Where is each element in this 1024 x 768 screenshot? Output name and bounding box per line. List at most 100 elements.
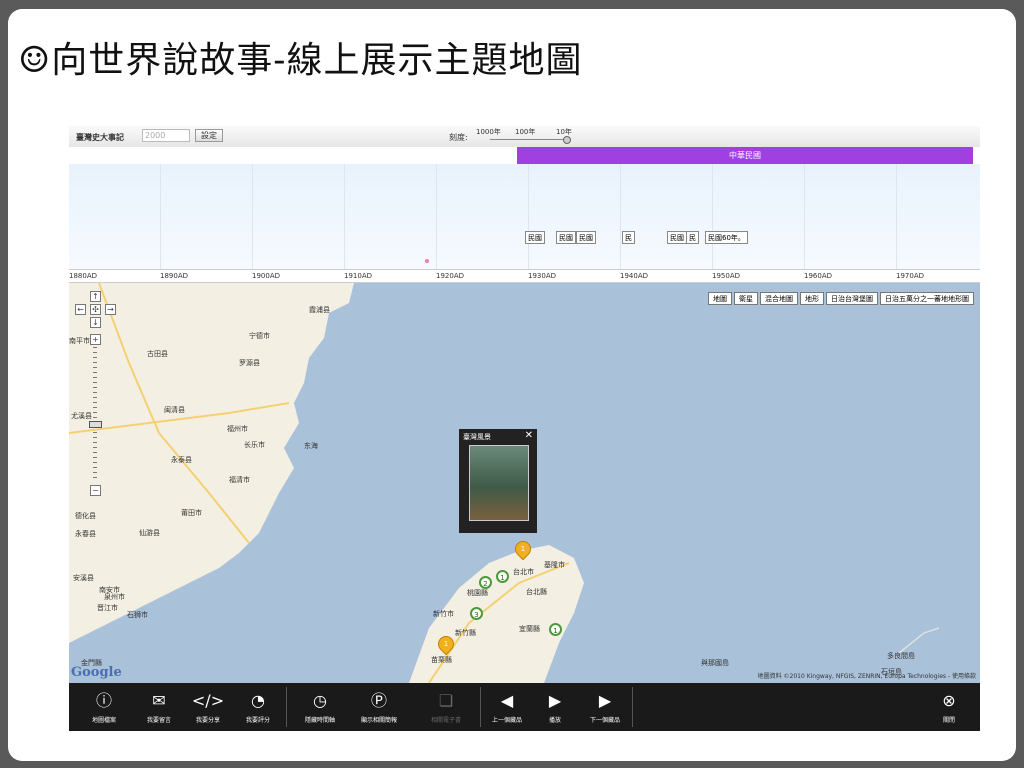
- timeline-gridline: [528, 164, 529, 269]
- timeline-event[interactable]: 民國: [576, 231, 596, 244]
- ebook-button[interactable]: ❏ 相關電子書: [423, 683, 469, 731]
- timeline-gridline: [712, 164, 713, 269]
- scale-slider-track[interactable]: [490, 139, 570, 140]
- bottom-toolbar: ⓘ 地圖檔案 ✉ 我要留言 </> 我要分享 ◔ 我要評分 ◷ 隱藏時間軸 Ⓟ 顯示相關簡報…: [69, 683, 980, 731]
- place-label: 永春县: [75, 530, 96, 538]
- layer-satellite-button[interactable]: 衛星: [734, 292, 758, 305]
- axis-label: 1930AD: [528, 272, 556, 280]
- place-label: 晋江市: [97, 604, 118, 612]
- place-label: 东海: [304, 442, 318, 450]
- tool-label: 下一個藏品: [589, 717, 620, 724]
- scale-option-1000[interactable]: 1000年: [476, 127, 501, 137]
- timeline-event[interactable]: 民國: [556, 231, 576, 244]
- axis-label: 1880AD: [69, 272, 97, 280]
- pan-right-icon[interactable]: →: [105, 304, 116, 315]
- place-label: 安溪县: [73, 574, 94, 582]
- axis-label: 1920AD: [436, 272, 464, 280]
- zoom-in-icon[interactable]: +: [90, 334, 101, 345]
- green-house-marker[interactable]: 1: [549, 623, 562, 636]
- top-bar: 臺灣史大事記 2000 設定 刻度: 1000年 100年 10年: [69, 126, 980, 147]
- layer-hybrid-button[interactable]: 混合地圖: [760, 292, 798, 305]
- timeline-gridline: [896, 164, 897, 269]
- place-label: 古田县: [147, 350, 168, 358]
- axis-label: 1890AD: [160, 272, 188, 280]
- layer-terrain-button[interactable]: 地形: [800, 292, 824, 305]
- map-copyright[interactable]: 地圖資料 ©2010 Kingway, NFGIS, ZENRIN, Europ…: [758, 671, 976, 680]
- timeline-event[interactable]: 民國: [525, 231, 545, 244]
- timeline-event[interactable]: 民: [622, 231, 635, 244]
- scale-option-10[interactable]: 10年: [556, 127, 572, 137]
- zoom-slider-knob[interactable]: [89, 421, 102, 428]
- close-button[interactable]: ⊗ 關閉: [926, 683, 972, 731]
- pan-up-icon[interactable]: ↑: [90, 291, 101, 302]
- next-item-button[interactable]: ▶ 下一個藏品: [582, 683, 628, 731]
- leave-comment-button[interactable]: ✉ 我要留言: [136, 683, 182, 731]
- green-house-marker[interactable]: 2: [479, 576, 492, 589]
- scale-label: 刻度:: [449, 133, 468, 142]
- place-label: 长乐市: [244, 441, 265, 449]
- layer-map-button[interactable]: 地圖: [708, 292, 732, 305]
- place-label: 尤溪县: [71, 412, 92, 420]
- timeline[interactable]: [69, 164, 980, 269]
- scale-slider-knob[interactable]: [563, 136, 571, 144]
- tool-label: 我要留言: [146, 717, 171, 724]
- place-label: 罗源县: [239, 359, 260, 367]
- axis-label: 1960AD: [804, 272, 832, 280]
- place-label: 永泰县: [171, 456, 192, 464]
- zoom-out-icon[interactable]: −: [90, 485, 101, 496]
- place-label: 石狮市: [127, 611, 148, 619]
- axis-label: 1970AD: [896, 272, 924, 280]
- next-icon: ▶: [598, 691, 612, 710]
- timeline-event[interactable]: 民國: [667, 231, 687, 244]
- place-label: 闽清县: [164, 406, 185, 414]
- google-logo: Google: [71, 665, 122, 680]
- book-icon: ❏: [438, 691, 454, 710]
- slide-title: ☺向世界說故事-線上展示主題地圖: [18, 40, 583, 81]
- timeline-event[interactable]: 民: [686, 231, 699, 244]
- map-application: 臺灣史大事記 2000 設定 刻度: 1000年 100年 10年 中華民國 民: [69, 126, 980, 731]
- marker-number: 1: [443, 640, 449, 648]
- zoom-slider-track[interactable]: [93, 347, 97, 482]
- scale-option-100[interactable]: 100年: [515, 127, 535, 137]
- place-label: 仙游县: [139, 529, 160, 537]
- app-title: 臺灣史大事記: [76, 133, 124, 142]
- pan-center-icon[interactable]: ✣: [90, 304, 101, 315]
- axis-label: 1940AD: [620, 272, 648, 280]
- play-button[interactable]: ▶ 播放: [532, 683, 578, 731]
- info-icon: ⓘ: [95, 691, 112, 710]
- place-label: 宁德市: [249, 332, 270, 340]
- hide-timeline-button[interactable]: ◷ 隱藏時間軸: [297, 683, 343, 731]
- place-label: 苗栗縣: [431, 656, 452, 664]
- green-house-marker[interactable]: 1: [496, 570, 509, 583]
- green-house-marker[interactable]: 3: [470, 607, 483, 620]
- era-bar[interactable]: 中華民國: [517, 147, 973, 164]
- popup-close-icon[interactable]: ✕: [525, 430, 533, 441]
- timeline-event[interactable]: 民國60年。: [705, 231, 748, 244]
- map-file-button[interactable]: ⓘ 地圖檔案: [81, 683, 127, 731]
- timeline-marker-dot[interactable]: [425, 259, 429, 263]
- place-label: 與那國島: [701, 659, 729, 667]
- timeline-gridline: [436, 164, 437, 269]
- toolbar-separator: [286, 687, 287, 727]
- place-label: 新竹縣: [455, 629, 476, 637]
- landscape-painting-thumbnail[interactable]: [469, 445, 529, 521]
- share-button[interactable]: </> 我要分享: [185, 683, 231, 731]
- rate-button[interactable]: ◔ 我要評分: [235, 683, 281, 731]
- clock-icon: ◷: [313, 691, 327, 710]
- show-slides-button[interactable]: Ⓟ 顯示相關簡報: [356, 683, 402, 731]
- timeline-gridline: [620, 164, 621, 269]
- pan-left-icon[interactable]: ←: [75, 304, 86, 315]
- layer-japanese-fort-map-button[interactable]: 日治台灣堡圖: [826, 292, 878, 305]
- pan-down-icon[interactable]: ↓: [90, 317, 101, 328]
- map-canvas[interactable]: 地圖 衛星 混合地圖 地形 日治台灣堡圖 日治五萬分之一蕃地地形圖 ↑ ← ✣ …: [69, 283, 980, 683]
- year-input[interactable]: 2000: [142, 129, 190, 142]
- previous-item-button[interactable]: ◀ 上一個藏品: [484, 683, 530, 731]
- tool-label: 隱藏時間軸: [304, 717, 335, 724]
- marker-number: 1: [520, 545, 526, 553]
- timeline-gridline: [804, 164, 805, 269]
- item-popup[interactable]: 臺灣風景 ✕: [459, 429, 537, 533]
- set-button[interactable]: 設定: [195, 129, 223, 142]
- place-label: 福州市: [227, 425, 248, 433]
- layer-japanese-topo-map-button[interactable]: 日治五萬分之一蕃地地形圖: [880, 292, 974, 305]
- axis-label: 1900AD: [252, 272, 280, 280]
